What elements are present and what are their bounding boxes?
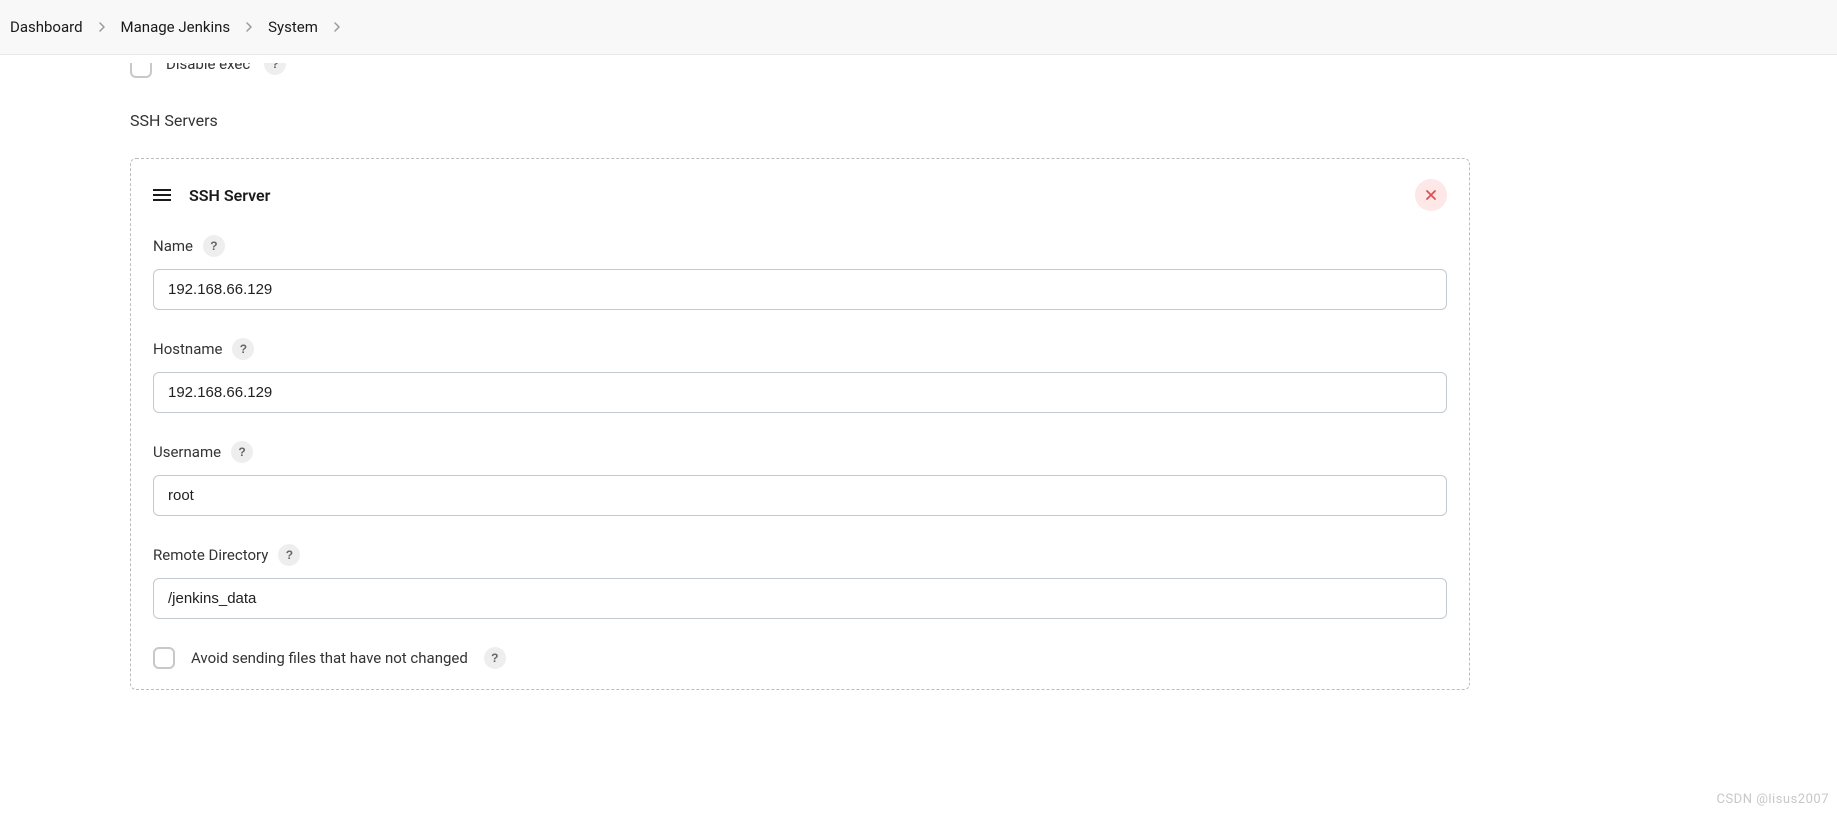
help-icon[interactable]: ? bbox=[203, 235, 225, 257]
remote-directory-input[interactable] bbox=[153, 578, 1447, 619]
name-field-group: Name ? bbox=[153, 235, 1447, 310]
remote-directory-label: Remote Directory bbox=[153, 546, 268, 564]
help-icon[interactable]: ? bbox=[264, 63, 286, 75]
card-title: SSH Server bbox=[189, 186, 270, 205]
help-icon[interactable]: ? bbox=[231, 441, 253, 463]
ssh-server-card: SSH Server Name ? Hostname ? bbox=[130, 158, 1470, 690]
remote-directory-field-group: Remote Directory ? bbox=[153, 544, 1447, 619]
drag-handle-icon[interactable] bbox=[153, 189, 171, 201]
disable-exec-label: Disable exec bbox=[166, 63, 250, 73]
watermark: CSDN @lisus2007 bbox=[1716, 792, 1829, 807]
hostname-input[interactable] bbox=[153, 372, 1447, 413]
username-field-group: Username ? bbox=[153, 441, 1447, 516]
avoid-send-row: Avoid sending files that have not change… bbox=[153, 647, 1447, 669]
remove-server-button[interactable] bbox=[1415, 179, 1447, 211]
disable-exec-checkbox[interactable] bbox=[130, 63, 152, 78]
username-input[interactable] bbox=[153, 475, 1447, 516]
disable-exec-row: Disable exec ? bbox=[130, 63, 1470, 83]
help-icon[interactable]: ? bbox=[484, 647, 506, 669]
chevron-right-icon bbox=[244, 22, 254, 32]
name-label: Name bbox=[153, 237, 193, 255]
avoid-send-checkbox[interactable] bbox=[153, 647, 175, 669]
card-header: SSH Server bbox=[153, 179, 1447, 211]
chevron-right-icon bbox=[97, 22, 107, 32]
main-content: Disable exec ? SSH Servers SSH Server Na… bbox=[0, 63, 1600, 690]
breadcrumb-manage-jenkins[interactable]: Manage Jenkins bbox=[121, 18, 231, 36]
close-icon bbox=[1424, 188, 1438, 202]
chevron-right-icon bbox=[332, 22, 342, 32]
hostname-label: Hostname bbox=[153, 340, 222, 358]
name-input[interactable] bbox=[153, 269, 1447, 310]
breadcrumb: Dashboard Manage Jenkins System bbox=[0, 0, 1837, 55]
hostname-field-group: Hostname ? bbox=[153, 338, 1447, 413]
ssh-servers-title: SSH Servers bbox=[130, 111, 1470, 130]
help-icon[interactable]: ? bbox=[232, 338, 254, 360]
breadcrumb-system[interactable]: System bbox=[268, 18, 318, 36]
help-icon[interactable]: ? bbox=[278, 544, 300, 566]
username-label: Username bbox=[153, 443, 221, 461]
breadcrumb-dashboard[interactable]: Dashboard bbox=[10, 18, 83, 36]
avoid-send-label: Avoid sending files that have not change… bbox=[191, 649, 468, 667]
